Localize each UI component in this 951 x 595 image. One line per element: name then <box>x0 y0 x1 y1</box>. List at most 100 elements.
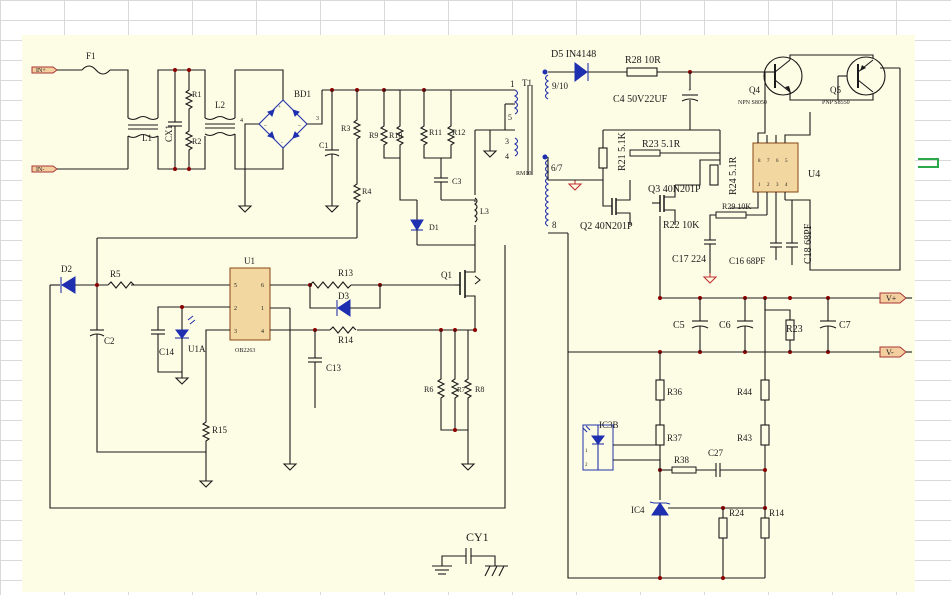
u1-pin: 1 <box>261 306 264 312</box>
c14-label: C14 <box>159 347 175 357</box>
cx1-label: CX1 <box>164 125 174 142</box>
l2-label: L2 <box>215 100 225 110</box>
c4-polarity: + <box>688 88 692 94</box>
r9-label: R9 <box>369 131 378 140</box>
ground-icon <box>432 565 452 575</box>
c3-label: C3 <box>452 177 461 186</box>
u1-label: U1 <box>244 256 255 266</box>
c1-label: C1 <box>319 141 328 150</box>
u1a-label: U1A <box>188 344 206 354</box>
t1-pin67: 6/7 <box>551 163 563 173</box>
r10-label: R10 <box>389 131 402 140</box>
diode-icon <box>574 62 588 82</box>
port-label: IN+ <box>36 68 46 74</box>
schematic-diagram: IN+ IN- F1 L1 CX1 R1 R2 L2 4 + ~ ~ - BD1… <box>31 49 939 580</box>
vplus-label: V+ <box>886 294 897 303</box>
u1-pin: 4 <box>261 329 264 335</box>
u4-chip: 8 7 6 5 1 2 3 4 <box>752 142 799 193</box>
r21-label: R21 5.1K <box>617 131 628 171</box>
c2-label: C2 <box>104 336 115 346</box>
q4-transistor <box>763 56 803 96</box>
r24-label: R24 <box>729 508 745 518</box>
r28-label: R28 10R <box>625 55 661 66</box>
c16-label: C16 68PF <box>729 256 765 266</box>
r36-label: R36 <box>667 387 683 397</box>
r4-label: R4 <box>362 187 371 196</box>
d2-label: D2 <box>61 264 72 274</box>
r12-label: R12 <box>452 128 465 137</box>
c7-label: C7 <box>839 320 851 331</box>
d1-label: D1 <box>429 223 439 232</box>
c27-label: C27 <box>708 448 724 458</box>
r13-label: R13 <box>338 268 354 278</box>
r11-label: R11 <box>429 128 442 137</box>
r8-label: R8 <box>475 385 484 394</box>
q2-label: Q2 40N201P <box>580 221 633 232</box>
transformer-part: RM10 <box>516 171 531 177</box>
r23a-label: R23 5.1R <box>642 139 681 150</box>
u1-pin: 3 <box>234 329 237 335</box>
r37-label: R37 <box>667 433 683 443</box>
ac-input-port-2[interactable]: IN- <box>31 165 58 173</box>
r29-label: R29 10K <box>722 202 751 211</box>
c4-label: C4 50V22UF <box>613 94 668 105</box>
c17-label: C17 224 <box>672 254 706 265</box>
vplus-port[interactable]: V+ <box>879 292 907 304</box>
optocoupler-icon <box>582 424 614 471</box>
u1-pin: 6 <box>261 283 264 289</box>
q1-label: Q1 <box>441 270 452 280</box>
selection-handle-icon[interactable] <box>918 158 939 168</box>
bridge-rectifier-bd1: + ~ ~ - <box>258 99 308 149</box>
q5-part: PNP S8550 <box>822 100 850 106</box>
c7-capacitor <box>819 298 837 352</box>
ic3b-pin: 1 <box>585 449 588 454</box>
ic3b-label: IC3B <box>599 420 619 430</box>
q4-label: Q4 <box>749 85 760 95</box>
c5-label: C5 <box>673 320 685 331</box>
r24a-label: R24 5.1R <box>728 156 739 195</box>
c5-capacitor <box>691 298 709 352</box>
t1-pin5: 5 <box>508 113 512 122</box>
r14-label: R14 <box>338 335 354 345</box>
r22-label: R22 10K <box>663 220 700 231</box>
bd-mark: ~ <box>298 124 301 129</box>
ic3b-pin: 2 <box>585 463 588 468</box>
r14b-label: R14 <box>769 508 785 518</box>
u1-chip: 5 6 2 1 3 4 <box>229 267 271 341</box>
r1-label: R1 <box>192 90 201 99</box>
ac-input-port-1[interactable]: IN+ <box>31 66 58 74</box>
bd1-pin: 3 <box>316 116 319 122</box>
u1-pin: 5 <box>234 283 237 289</box>
t1-pin3: 3 <box>505 137 509 146</box>
t1-pin4: 4 <box>505 152 509 161</box>
bd1-label: BD1 <box>294 89 311 99</box>
q5-label: Q5 <box>830 85 841 95</box>
f1-label: F1 <box>86 51 96 61</box>
t1-label: T1 <box>522 78 532 88</box>
l2-pin: 4 <box>240 118 243 124</box>
l3-label: L3 <box>480 207 489 216</box>
vminus-port[interactable]: V- <box>879 346 907 358</box>
c13-label: C13 <box>326 363 342 373</box>
t1-pin910: 9/10 <box>552 81 569 91</box>
c6-capacitor <box>736 298 754 352</box>
c18-label: C18 68PF <box>803 223 814 264</box>
u4-label: U4 <box>808 169 820 180</box>
zener-icon <box>649 501 671 516</box>
r15-label: R15 <box>212 425 228 435</box>
r5-label: R5 <box>110 269 121 279</box>
transformer-t1: 1 T1 5 3 4 RM10 9/10 6/7 8 <box>483 69 569 230</box>
port-label: IN- <box>36 167 44 173</box>
t1-pin8: 8 <box>552 220 557 230</box>
r43-label: R43 <box>737 433 753 443</box>
r23-label: R23 <box>786 324 803 335</box>
r3-label: R3 <box>341 124 350 133</box>
ic4-label: IC4 <box>631 505 645 515</box>
diode-icon <box>61 276 76 294</box>
c6-label: C6 <box>719 320 731 331</box>
q4-part: NPN S8050 <box>738 100 767 106</box>
d3-label: D3 <box>338 291 349 301</box>
r44-label: R44 <box>737 387 753 397</box>
l1-label: L1 <box>142 133 152 143</box>
bd-mark: - <box>281 141 283 146</box>
